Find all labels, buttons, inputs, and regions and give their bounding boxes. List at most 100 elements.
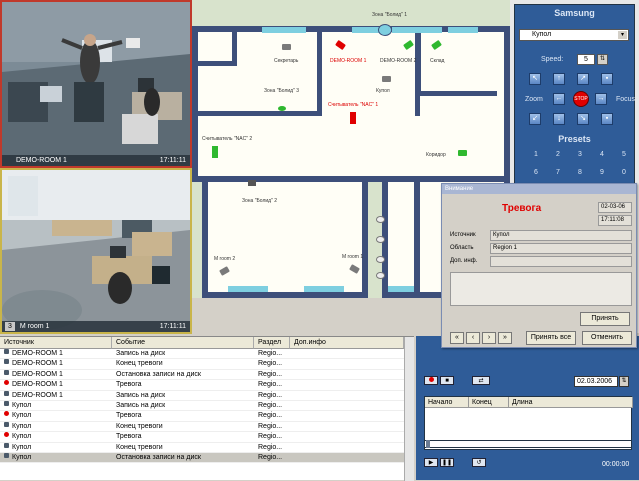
preset-1[interactable]: 1: [531, 151, 541, 158]
reader-1-icon[interactable]: [350, 112, 356, 124]
events-col-section[interactable]: Раздел: [254, 337, 290, 349]
camera-1-caption: DEMO-ROOM 1 17:11:11: [2, 155, 190, 166]
zone-2-sensor-icon[interactable]: [248, 180, 256, 186]
events-table-row[interactable]: Купол Запись на диск Regio...: [0, 401, 404, 412]
export-icon[interactable]: ⇄: [472, 376, 490, 385]
preset-2[interactable]: 2: [553, 151, 563, 158]
camera-event-icon: [4, 390, 9, 396]
event-section-cell: Regio...: [258, 381, 283, 389]
ptz-title: Samsung: [554, 8, 595, 18]
nav-next-icon[interactable]: ›: [482, 332, 496, 344]
ptz-arrow-down-left-icon[interactable]: ↙: [529, 113, 541, 125]
dome-camera-icon[interactable]: [378, 24, 392, 36]
date-spin-icon[interactable]: ⇅: [619, 376, 629, 387]
events-table-row[interactable]: Купол Остановка записи на диск Regio...: [0, 453, 404, 464]
preset-0[interactable]: 0: [619, 169, 629, 176]
playback-timeline[interactable]: [424, 440, 632, 448]
event-event-cell: Тревога: [116, 381, 142, 389]
events-table-row[interactable]: Купол Конец тревоги Regio...: [0, 442, 404, 453]
speed-spin-icon[interactable]: ⇅: [597, 54, 608, 65]
events-col-info[interactable]: Доп.инфо: [290, 337, 404, 349]
cancel-button[interactable]: Отменить: [582, 331, 632, 345]
event-event-cell: Запись на диск: [116, 350, 166, 357]
preset-7[interactable]: 7: [553, 169, 563, 176]
ptz-arrow-down-icon[interactable]: ↓: [553, 113, 565, 125]
accept-button[interactable]: Принять: [580, 312, 630, 326]
stop-icon[interactable]: ■: [440, 376, 454, 385]
event-event-cell: Конец тревоги: [116, 360, 163, 368]
nav-prev-icon[interactable]: ‹: [466, 332, 480, 344]
preset-4[interactable]: 4: [597, 151, 607, 158]
preset-3[interactable]: 3: [575, 151, 585, 158]
events-table-row[interactable]: DEMO-ROOM 1 Тревога Regio...: [0, 380, 404, 391]
camera-event-icon: [4, 349, 9, 354]
plan-left-gap: [192, 182, 202, 298]
accept-all-button[interactable]: Принять все: [526, 331, 576, 345]
preset-9[interactable]: 9: [597, 169, 607, 176]
events-col-source[interactable]: Источник: [0, 337, 112, 349]
playback-date-input[interactable]: 02.03.2006: [574, 376, 618, 387]
events-col-event[interactable]: Событие: [112, 337, 254, 349]
zone-3-sensor-icon[interactable]: [278, 106, 286, 111]
preset-8[interactable]: 8: [575, 169, 585, 176]
event-section-cell: Regio...: [258, 454, 283, 461]
alarm-notes-area[interactable]: [450, 272, 632, 306]
events-table-row[interactable]: Купол Тревога Regio...: [0, 432, 404, 443]
records-col-end[interactable]: Конец: [469, 397, 509, 408]
camera-2-name: M room 1: [19, 323, 50, 330]
alarm-date: 02-03-06: [598, 202, 632, 213]
rewind-icon[interactable]: ↺: [472, 458, 486, 467]
event-event-cell: Конец тревоги: [116, 443, 163, 451]
chevron-down-icon[interactable]: ▾: [618, 31, 627, 39]
event-section-cell: Regio...: [258, 443, 283, 451]
reader-2-icon[interactable]: [212, 146, 218, 158]
camera-corridor-icon[interactable]: [458, 150, 467, 156]
ptz-arrow-up-icon[interactable]: ↑: [553, 73, 565, 85]
ptz-arrow-left-icon[interactable]: ←: [553, 93, 565, 105]
camera-event-icon: [4, 369, 9, 375]
ptz-camera-select[interactable]: Купол ▾: [519, 29, 629, 41]
ptz-focus-near-icon[interactable]: ▪: [601, 73, 613, 85]
alarm-time: 17:11:08: [598, 215, 632, 226]
records-col-start[interactable]: Начало: [425, 397, 469, 408]
speed-input[interactable]: 5: [577, 54, 595, 65]
events-table-row[interactable]: Купол Конец тревоги Regio...: [0, 421, 404, 433]
ptz-focus-far-icon[interactable]: ▪: [601, 113, 613, 125]
ptz-arrow-up-left-icon[interactable]: ↖: [529, 73, 541, 85]
records-col-length[interactable]: Длина: [509, 397, 633, 408]
preset-5[interactable]: 5: [619, 151, 629, 158]
events-table-row[interactable]: DEMO-ROOM 1 Запись на диск Regio...: [0, 390, 404, 401]
ptz-stop-button[interactable]: STOP: [573, 91, 589, 107]
alarm-source-label: Источник: [450, 232, 476, 238]
play-icon[interactable]: ▶: [424, 458, 438, 467]
ptz-arrow-down-right-icon[interactable]: ↘: [577, 113, 589, 125]
events-scrollbar[interactable]: [404, 337, 414, 481]
camera-view-demo-room-1[interactable]: DEMO-ROOM 1 17:11:11: [0, 0, 192, 168]
event-section-cell: Regio...: [258, 350, 283, 357]
events-table-row[interactable]: Купол Тревога Regio...: [0, 411, 404, 422]
camera-view-m-room-1[interactable]: 3 M room 1 17:11:11: [0, 168, 192, 334]
event-section-cell: Regio...: [258, 422, 283, 430]
plan-window-1: [262, 27, 306, 33]
ptz-arrow-up-right-icon[interactable]: ↗: [577, 73, 589, 85]
events-table-row[interactable]: DEMO-ROOM 1 Остановка записи на диск Regio…: [0, 369, 404, 381]
camera-secretary-icon[interactable]: [282, 44, 291, 50]
camera-dome-icon[interactable]: [382, 76, 391, 82]
nav-last-icon[interactable]: »: [498, 332, 512, 344]
plan-label-dome: Купол: [376, 88, 390, 94]
nav-first-icon[interactable]: «: [450, 332, 464, 344]
camera-event-icon: [4, 453, 9, 458]
plan-label-corridor: Коридор: [426, 152, 446, 158]
event-event-cell: Конец тревоги: [116, 422, 163, 430]
events-table-row[interactable]: DEMO-ROOM 1 Запись на диск Regio...: [0, 349, 404, 360]
events-table[interactable]: Источник Событие Раздел Доп.инфо DEMO-RO…: [0, 336, 414, 481]
preset-6[interactable]: 6: [531, 169, 541, 176]
events-table-row[interactable]: DEMO-ROOM 1 Конец тревоги Regio...: [0, 359, 404, 370]
timeline-thumb[interactable]: [426, 440, 430, 448]
record-icon[interactable]: [424, 376, 438, 385]
camera-2-caption: 3 M room 1 17:11:11: [2, 321, 190, 332]
ptz-arrow-right-icon[interactable]: →: [595, 93, 607, 105]
event-event-cell: Тревога: [116, 412, 142, 420]
plan-window-4: [448, 27, 478, 33]
pause-icon[interactable]: ❚❚: [440, 458, 454, 467]
